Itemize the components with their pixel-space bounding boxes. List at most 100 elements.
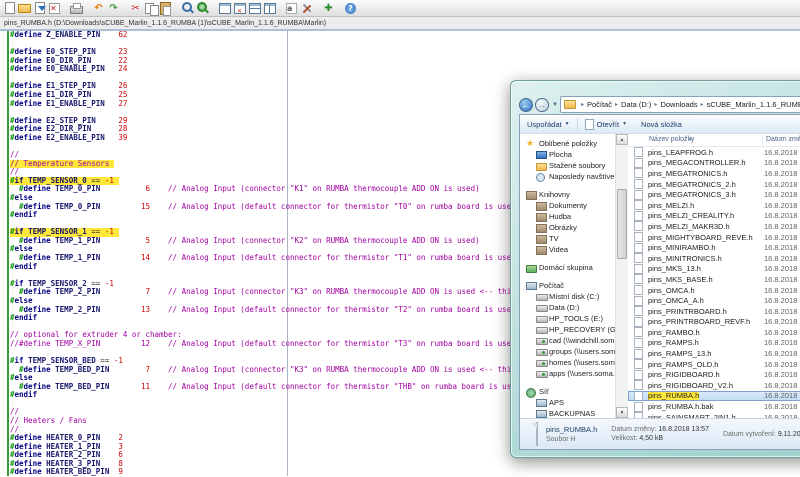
table-row[interactable]: pins_RUMBA.h16.8.2018 13:57 — [628, 391, 800, 402]
sidebar-group-s-[interactable]: Síť — [526, 386, 615, 397]
organize-button[interactable]: Uspořádat ▼ — [520, 115, 577, 133]
explorer-title-bar[interactable] — [519, 81, 800, 95]
breadcrumb-separator-icon[interactable]: ▸ — [613, 101, 620, 108]
table-row[interactable]: pins_RIGIDBOARD_V2.h16.8.2018 13:57 — [628, 380, 800, 391]
sidebar-item-hudba[interactable]: Hudba — [526, 211, 615, 222]
recent-pages-dropdown-icon[interactable]: ▼ — [552, 102, 558, 108]
breadcrumb-separator-icon[interactable]: ▸ — [699, 101, 706, 108]
sidebar-item-obr-zky[interactable]: Obrázky — [526, 222, 615, 233]
forward-button[interactable]: → — [535, 98, 549, 112]
table-row[interactable]: pins_MEGATRONICS_2.h16.8.2018 13:57 — [628, 179, 800, 190]
table-row[interactable]: pins_OMCA.h16.8.2018 13:57 — [628, 285, 800, 296]
sidebar-group-dom-c-skupina[interactable]: Domácí skupina — [526, 262, 615, 273]
close-window-icon[interactable] — [232, 2, 247, 15]
table-row[interactable]: pins_MELZI.h16.8.2018 13:57 — [628, 200, 800, 211]
sidebar-item-naposledy-nav-t-ven-[interactable]: Naposledy navštívené — [526, 171, 615, 182]
breadcrumb-segment[interactable]: Počítač — [586, 100, 613, 109]
open-button[interactable]: Otevřít ▼ — [578, 115, 634, 133]
table-row[interactable]: pins_MKS_BASE.h16.8.2018 13:57 — [628, 274, 800, 285]
table-row[interactable]: pins_PRINTRBOARD.h16.8.2018 13:57 — [628, 306, 800, 317]
table-row[interactable]: pins_MKS_13.h16.8.2018 13:57 — [628, 264, 800, 275]
sidebar-item-homes-users-soma-cz-[interactable]: homes (\\users.soma.cz) — [526, 357, 615, 368]
breadcrumb-segment[interactable]: Downloads — [659, 100, 698, 109]
cut-icon[interactable] — [128, 2, 143, 15]
tile-windows-horizontal-icon[interactable] — [247, 2, 262, 15]
new-file-icon[interactable] — [2, 2, 17, 15]
table-row[interactable]: pins_RAMPS_OLD.h16.8.2018 13:57 — [628, 359, 800, 370]
sidebar-item-hp-recovery-g-[interactable]: HP_RECOVERY (G:) — [526, 324, 615, 335]
sidebar-item-groups-users-soma-cz-[interactable]: groups (\\users.soma.cz) — [526, 346, 615, 357]
sidebar-item-dokumenty[interactable]: Dokumenty — [526, 200, 615, 211]
code-line[interactable]: #define Z_ENABLE_PIN 62 — [10, 31, 800, 40]
plugin-icon[interactable] — [321, 2, 336, 15]
table-row[interactable]: pins_MINITRONICS.h16.8.2018 13:57 — [628, 253, 800, 264]
new-window-icon[interactable] — [217, 2, 232, 15]
navigation-scrollbar[interactable]: ▲ ▼ — [615, 134, 628, 418]
table-row[interactable]: pins_SAINSMART_2IN1.h16.8.2018 13:57 — [628, 412, 800, 418]
sidebar-item-videa[interactable]: Videa — [526, 244, 615, 255]
table-row[interactable]: pins_MINIRAMBO.h16.8.2018 13:57 — [628, 242, 800, 253]
sidebar-item-apps-users-soma-cz-z[interactable]: apps (\\users.soma.cz) (Z — [526, 368, 615, 379]
find-in-files-icon[interactable] — [195, 2, 210, 15]
sidebar-group-po-ta-[interactable]: Počítač — [526, 280, 615, 291]
back-button[interactable]: ← — [519, 98, 533, 112]
table-row[interactable]: pins_PRINTRBOARD_REVF.h16.8.2018 13:57 — [628, 317, 800, 328]
breadcrumb-separator-icon[interactable]: ▸ — [579, 101, 586, 108]
table-row[interactable]: pins_RUMBA.h.bak16.8.2018 13:57 — [628, 401, 800, 412]
table-row[interactable]: pins_OMCA_A.h16.8.2018 13:57 — [628, 295, 800, 306]
redo-icon[interactable] — [106, 2, 121, 15]
close-file-icon[interactable] — [47, 2, 62, 15]
code-line[interactable]: #define E0_DIR_PIN 22 — [10, 57, 800, 66]
font-icon[interactable] — [284, 2, 299, 15]
code-line[interactable]: #define E0_ENABLE_PIN 24 — [10, 65, 800, 74]
sidebar-group-knihovny[interactable]: Knihovny — [526, 189, 615, 200]
sidebar-item-sta-en-soubory[interactable]: Stažené soubory — [526, 160, 615, 171]
sidebar-group-obl-ben-polo-ky[interactable]: Oblíbené položky — [526, 138, 615, 149]
breadcrumb-separator-icon[interactable]: ▸ — [652, 101, 659, 108]
undo-icon[interactable] — [91, 2, 106, 15]
scroll-up-icon[interactable]: ▲ — [616, 134, 628, 145]
paste-icon[interactable] — [158, 2, 173, 15]
print-icon[interactable] — [69, 2, 84, 15]
table-row[interactable]: pins_MEGATRONICS_3.h16.8.2018 13:57 — [628, 189, 800, 200]
table-row[interactable]: pins_MEGACONTROLLER.h16.8.2018 13:57 — [628, 158, 800, 169]
code-line[interactable]: #define E0_STEP_PIN 23 — [10, 48, 800, 57]
scrollbar-thumb[interactable] — [617, 189, 627, 259]
sidebar-item-data-d-[interactable]: Data (D:) — [526, 302, 615, 313]
find-icon[interactable] — [180, 2, 195, 15]
table-row[interactable]: pins_RAMBO.h16.8.2018 13:57 — [628, 327, 800, 338]
table-row[interactable]: pins_RAMPS_13.h16.8.2018 13:57 — [628, 348, 800, 359]
scroll-down-icon[interactable]: ▼ — [616, 407, 628, 418]
sidebar-item-cad-windchill-soma-cz-[interactable]: cad (\\windchill.soma.cz) — [526, 335, 615, 346]
table-row[interactable]: pins_LEAPFROG.h16.8.2018 13:57 — [628, 147, 800, 158]
table-row[interactable]: pins_RAMPS.h16.8.2018 13:57 — [628, 338, 800, 349]
breadcrumb-segment[interactable]: sCUBE_Marlin_1.1.6_RUMBA (1) — [706, 100, 800, 109]
sidebar-item-tv[interactable]: TV — [526, 233, 615, 244]
settings-icon[interactable] — [299, 2, 314, 15]
table-row[interactable]: pins_MELZI_CREALITY.h16.8.2018 13:57 — [628, 211, 800, 222]
copy-icon[interactable] — [143, 2, 158, 15]
sidebar-item-hp-tools-e-[interactable]: HP_TOOLS (E:) — [526, 313, 615, 324]
sidebar-item-aps[interactable]: APS — [526, 397, 615, 408]
column-header-name[interactable]: Název položky ▲ — [628, 134, 763, 146]
table-row[interactable]: pins_MIGHTYBOARD_REVE.h16.8.2018 13:57 — [628, 232, 800, 243]
details-file-name: pins_RUMBA.h — [546, 425, 597, 434]
toolbar-separator — [314, 8, 321, 9]
save-file-icon[interactable] — [32, 2, 47, 15]
code-line[interactable] — [10, 40, 800, 49]
column-header-date[interactable]: Datum změny — [763, 134, 800, 146]
breadcrumb[interactable]: ▸Počítač▸Data (D:)▸Downloads▸sCUBE_Marli… — [560, 96, 800, 113]
breadcrumb-segment[interactable]: Data (D:) — [620, 100, 652, 109]
new-folder-button[interactable]: Nová složka — [634, 115, 689, 133]
code-line[interactable]: #define HEATER_3_PIN 8 — [10, 460, 800, 469]
sidebar-item-plocha[interactable]: Plocha — [526, 149, 615, 160]
tile-windows-vertical-icon[interactable] — [262, 2, 277, 15]
help-icon[interactable] — [343, 2, 358, 15]
open-file-icon[interactable] — [17, 2, 32, 15]
sidebar-item-m-stn-disk-c-[interactable]: Místní disk (C:) — [526, 291, 615, 302]
table-row[interactable]: pins_MELZI_MAKR3D.h16.8.2018 13:57 — [628, 221, 800, 232]
table-row[interactable]: pins_RIGIDBOARD.h16.8.2018 13:57 — [628, 369, 800, 380]
sidebar-item-backupnas[interactable]: BACKUPNAS — [526, 408, 615, 418]
file-tab[interactable]: pins_RUMBA.h (D:\Downloads\sCUBE_Marlin_… — [0, 20, 330, 27]
table-row[interactable]: pins_MEGATRONICS.h16.8.2018 13:57 — [628, 168, 800, 179]
